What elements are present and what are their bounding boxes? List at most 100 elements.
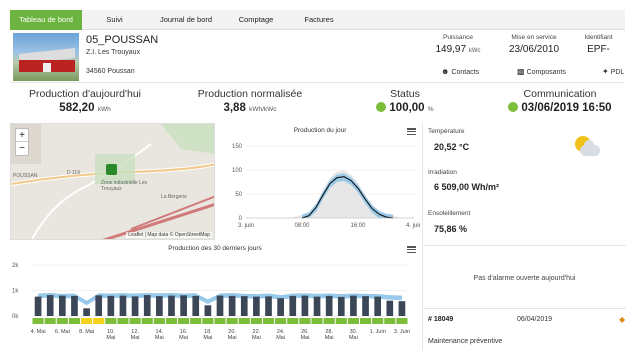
wrench-icon[interactable]: ◆ (619, 315, 625, 324)
power-value: 149,97 (435, 44, 467, 55)
month-status-cell (299, 318, 311, 324)
month-chart-menu-icon[interactable] (407, 246, 416, 254)
month-status-cell (202, 318, 214, 324)
month-bar (350, 295, 357, 316)
site-name: 05_POUSSAN (86, 34, 159, 46)
month-status-cell (335, 318, 347, 324)
kpi-normalized-value: 3,88 (223, 102, 246, 114)
month-x-tick-sub: Mai (179, 335, 188, 341)
month-bar (143, 295, 151, 316)
kpi-normalized-label: Production normalisée (197, 88, 303, 100)
zoom-in-button[interactable]: + (16, 129, 28, 142)
month-x-tick-sub: Mai (203, 335, 212, 341)
month-bar (71, 295, 78, 316)
month-chart: 2k1k0k4. Mai 6. Mai 8. Mai 10.Mai12.Mai14.M… (12, 263, 410, 341)
tab-dashboard[interactable]: Tableau de bord (10, 10, 82, 30)
contacts-icon: ☻ (441, 67, 450, 76)
day-y-tick: 50 (235, 192, 242, 198)
day-y-tick: 100 (232, 168, 243, 174)
month-bar (180, 295, 187, 316)
month-bar (313, 296, 321, 316)
month-y-tick: 2k (12, 263, 19, 269)
site-header: 05_POUSSAN Z.I. Les Trouyaux 34560 Pouss… (10, 31, 625, 83)
month-x-tick-sub: Mai (155, 335, 164, 341)
month-bar (95, 295, 103, 316)
map-zoom-control: + − (15, 128, 29, 156)
maintenance-id[interactable]: # 18049 (428, 316, 453, 323)
temperature-value: 20,52 °C (434, 142, 470, 152)
tab-bar: Tableau de bord Suivi Journal de bord Co… (10, 10, 625, 30)
right-panel: Température 20,52 °C Irradiation 6 509,0… (422, 123, 626, 350)
pdl-link[interactable]: ✦ PDL (602, 67, 624, 76)
plug-icon: ✦ (602, 67, 609, 76)
tab-comptage[interactable]: Comptage (225, 10, 287, 30)
day-x-tick: 4. juin (406, 223, 420, 229)
month-status-cell (275, 318, 287, 324)
map-label-zone: Zone industrielle Les Trouyaux (101, 180, 148, 192)
kpi-comm-label: Communication (523, 88, 597, 100)
month-bar (362, 296, 369, 316)
month-bar (168, 295, 175, 316)
month-status-cell (323, 318, 335, 324)
month-x-tick: 6. Mai (55, 329, 70, 335)
site-address-line2: 34560 Poussan (86, 68, 135, 75)
month-bar (301, 295, 309, 316)
divider (423, 245, 626, 246)
day-y-tick: 0 (239, 216, 243, 222)
month-x-tick-sub: Mai (252, 335, 261, 341)
month-bar (83, 308, 90, 316)
contacts-link[interactable]: ☻ Contacts (441, 67, 479, 76)
temperature-label: Température (428, 128, 465, 135)
month-status-cell (190, 318, 202, 324)
month-status-cell (238, 318, 250, 324)
month-status-cell (262, 318, 275, 324)
maintenance-type: Maintenance préventive (428, 338, 503, 345)
site-map[interactable]: D 119 POUSSAN Zone industrielle Les Trou… (10, 123, 215, 240)
power-label: Puissance (443, 34, 473, 41)
month-x-tick-sub: Mai (276, 335, 285, 341)
month-status-cell (178, 318, 190, 324)
day-chart-menu-icon[interactable] (407, 128, 416, 136)
month-bar (337, 296, 345, 316)
id-label: Identifiant (584, 34, 613, 41)
month-x-tick: 4. Mai (31, 329, 46, 335)
month-status-cell (311, 318, 323, 324)
month-x-tick: 3. Juin (394, 329, 410, 335)
month-x-tick-sub: Mai (131, 335, 140, 341)
month-bar (386, 300, 394, 316)
day-chart: 150 100 50 03. juin 08:00 16:00 4. juin (232, 144, 420, 229)
month-bar (216, 295, 224, 316)
month-bar (253, 296, 260, 316)
irradiation-value: 6 509,00 Wh/m² (434, 182, 500, 192)
site-marker-icon[interactable] (106, 164, 117, 175)
month-status-cell (287, 318, 299, 324)
service-info: Mise en service 23/06/2010 (498, 34, 570, 55)
map-label-road: D 119 (67, 170, 80, 176)
month-status-cell (226, 318, 238, 324)
month-status-cell (347, 318, 359, 324)
components-link[interactable]: ▩ Composants (517, 67, 566, 76)
month-bar (374, 296, 382, 316)
kpi-production-label: Production d'aujourd'hui (28, 88, 141, 100)
tab-factures[interactable]: Factures (287, 10, 351, 30)
month-bar (46, 295, 54, 316)
zoom-out-button[interactable]: − (16, 142, 28, 155)
month-bar (325, 295, 333, 316)
kpi-production-value: 582,20 (59, 102, 95, 114)
maintenance-date: 06/04/2019 (517, 316, 553, 323)
power-info: Puissance 149,97 kWc (420, 34, 496, 55)
month-status-cell (117, 318, 129, 324)
month-status-cell (250, 318, 262, 324)
month-bar (277, 298, 284, 316)
month-status-cell (32, 318, 44, 324)
map-attribution[interactable]: Leaflet | Map data © OpenStreetMap (126, 232, 212, 238)
kpi-normalized: Production normalisée 3,88 kWh/kWc (180, 88, 320, 114)
day-chart-title: Production du jour (293, 127, 347, 134)
day-x-tick: 3. juin (238, 223, 254, 229)
tab-journal[interactable]: Journal de bord (147, 10, 225, 30)
day-x-tick: 16:00 (350, 223, 366, 229)
month-status-cell (372, 318, 384, 324)
tab-suivi[interactable]: Suivi (82, 10, 147, 30)
month-x-tick: 8. Mai (79, 329, 94, 335)
month-bar (119, 295, 127, 316)
